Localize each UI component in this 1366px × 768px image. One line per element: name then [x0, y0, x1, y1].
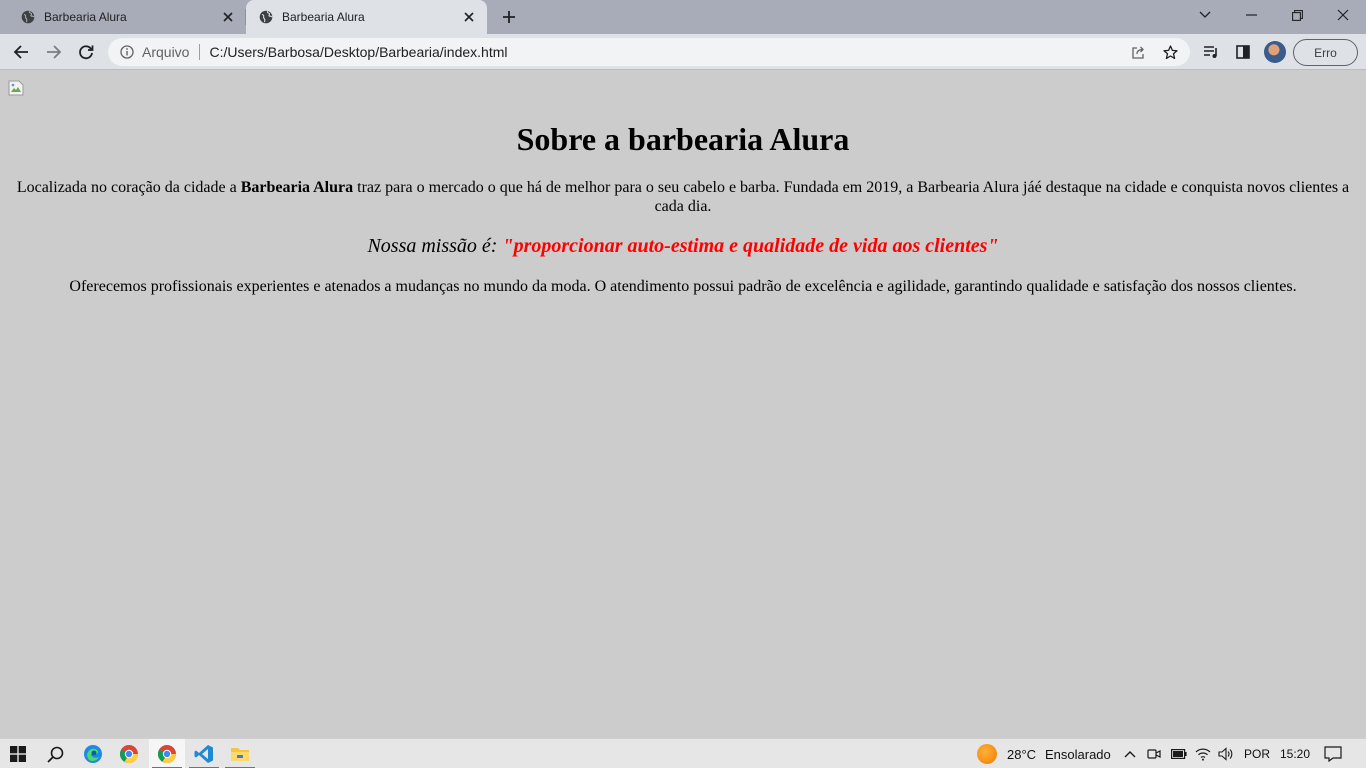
tab-barbearia-1[interactable]: Barbearia Alura [0, 0, 246, 34]
intro-text-start: Localizada no coração da cidade a [16, 179, 241, 196]
vscode-icon[interactable] [186, 739, 222, 768]
back-button[interactable] [9, 40, 33, 64]
arrow-right-icon [47, 45, 62, 59]
intro-brand-name: Barbearia Alura [240, 179, 354, 196]
minimize-button[interactable] [1228, 0, 1274, 30]
edge-icon[interactable] [75, 739, 111, 768]
address-bar[interactable]: Arquivo C:/Users/Barbosa/Desktop/Barbear… [108, 38, 1190, 66]
volume-icon[interactable] [1218, 746, 1234, 762]
close-icon [1337, 9, 1349, 21]
weather-condition[interactable]: Ensolarado [1045, 739, 1111, 768]
bookmark-star-icon[interactable] [1162, 44, 1178, 60]
minimize-icon [1245, 14, 1257, 16]
info-icon[interactable] [119, 44, 135, 60]
close-icon[interactable] [220, 9, 236, 25]
share-icon[interactable] [1130, 44, 1146, 60]
profile-error-label: Erro [1314, 45, 1337, 60]
close-icon[interactable] [461, 9, 477, 25]
arrow-left-icon [13, 45, 28, 59]
playlist-icon [1204, 46, 1217, 58]
globe-icon [21, 10, 35, 24]
restore-icon [1291, 9, 1303, 21]
tab-barbearia-2[interactable]: Barbearia Alura [246, 0, 487, 34]
globe-icon [259, 10, 273, 24]
broken-image-icon [8, 80, 24, 96]
tab-strip: Barbearia Alura Barbearia Alura [0, 0, 1366, 34]
file-explorer-icon[interactable] [222, 739, 258, 768]
mission-prefix: Nossa missão é: [367, 235, 503, 257]
profile-avatar[interactable] [1264, 41, 1286, 63]
new-tab-button[interactable] [499, 7, 519, 27]
plus-icon [503, 11, 515, 23]
weather-sun-icon[interactable] [977, 744, 997, 764]
mission-highlight: "proporcionar auto-estima e qualidade de… [502, 235, 999, 257]
omnibox-divider [199, 44, 201, 60]
intro-text-end: traz para o mercado o que há de melhor p… [353, 179, 1350, 215]
mission-statement: Nossa missão é: "proporcionar auto-estim… [0, 235, 1366, 258]
meet-now-icon[interactable] [1146, 746, 1162, 762]
url-text[interactable]: C:/Users/Barbosa/Desktop/Barbearia/index… [209, 44, 507, 60]
side-panel-icon [1236, 45, 1250, 59]
browser-toolbar: Arquivo C:/Users/Barbosa/Desktop/Barbear… [0, 34, 1366, 70]
intro-paragraph: Localizada no coração da cidade a Barbea… [8, 178, 1358, 216]
tab-title: Barbearia Alura [44, 10, 127, 24]
scheme-label: Arquivo [142, 44, 190, 60]
battery-icon[interactable] [1171, 746, 1187, 762]
chrome-icon[interactable] [111, 739, 147, 768]
page-title: Sobre a barbearia Alura [516, 121, 850, 157]
page-content: Sobre a barbearia Alura Localizada no co… [0, 71, 1366, 738]
windows-start-icon[interactable] [0, 739, 36, 768]
notification-icon[interactable] [1324, 745, 1342, 763]
reload-icon [79, 45, 94, 60]
chrome-icon[interactable] [149, 739, 185, 768]
reload-button[interactable] [74, 40, 98, 64]
media-control-button[interactable] [1199, 40, 1223, 64]
tab-title: Barbearia Alura [282, 10, 365, 24]
tab-search-button[interactable] [1182, 0, 1228, 30]
forward-button[interactable] [42, 40, 66, 64]
restore-button[interactable] [1274, 0, 1320, 30]
profile-error-button[interactable]: Erro [1293, 39, 1358, 66]
windows-taskbar: 28°C Ensolarado POR 15:20 [0, 738, 1366, 768]
clock-time[interactable]: 15:20 [1280, 739, 1310, 768]
chevron-up-icon[interactable] [1122, 746, 1138, 762]
side-panel-button[interactable] [1231, 40, 1255, 64]
search-icon[interactable] [37, 739, 73, 768]
close-window-button[interactable] [1320, 0, 1366, 30]
input-language[interactable]: POR [1244, 739, 1270, 768]
wifi-icon[interactable] [1195, 746, 1211, 762]
weather-temperature[interactable]: 28°C [1007, 739, 1036, 768]
chevron-down-icon [1199, 11, 1211, 18]
services-paragraph: Oferecemos profissionais experientes e a… [69, 278, 1297, 295]
